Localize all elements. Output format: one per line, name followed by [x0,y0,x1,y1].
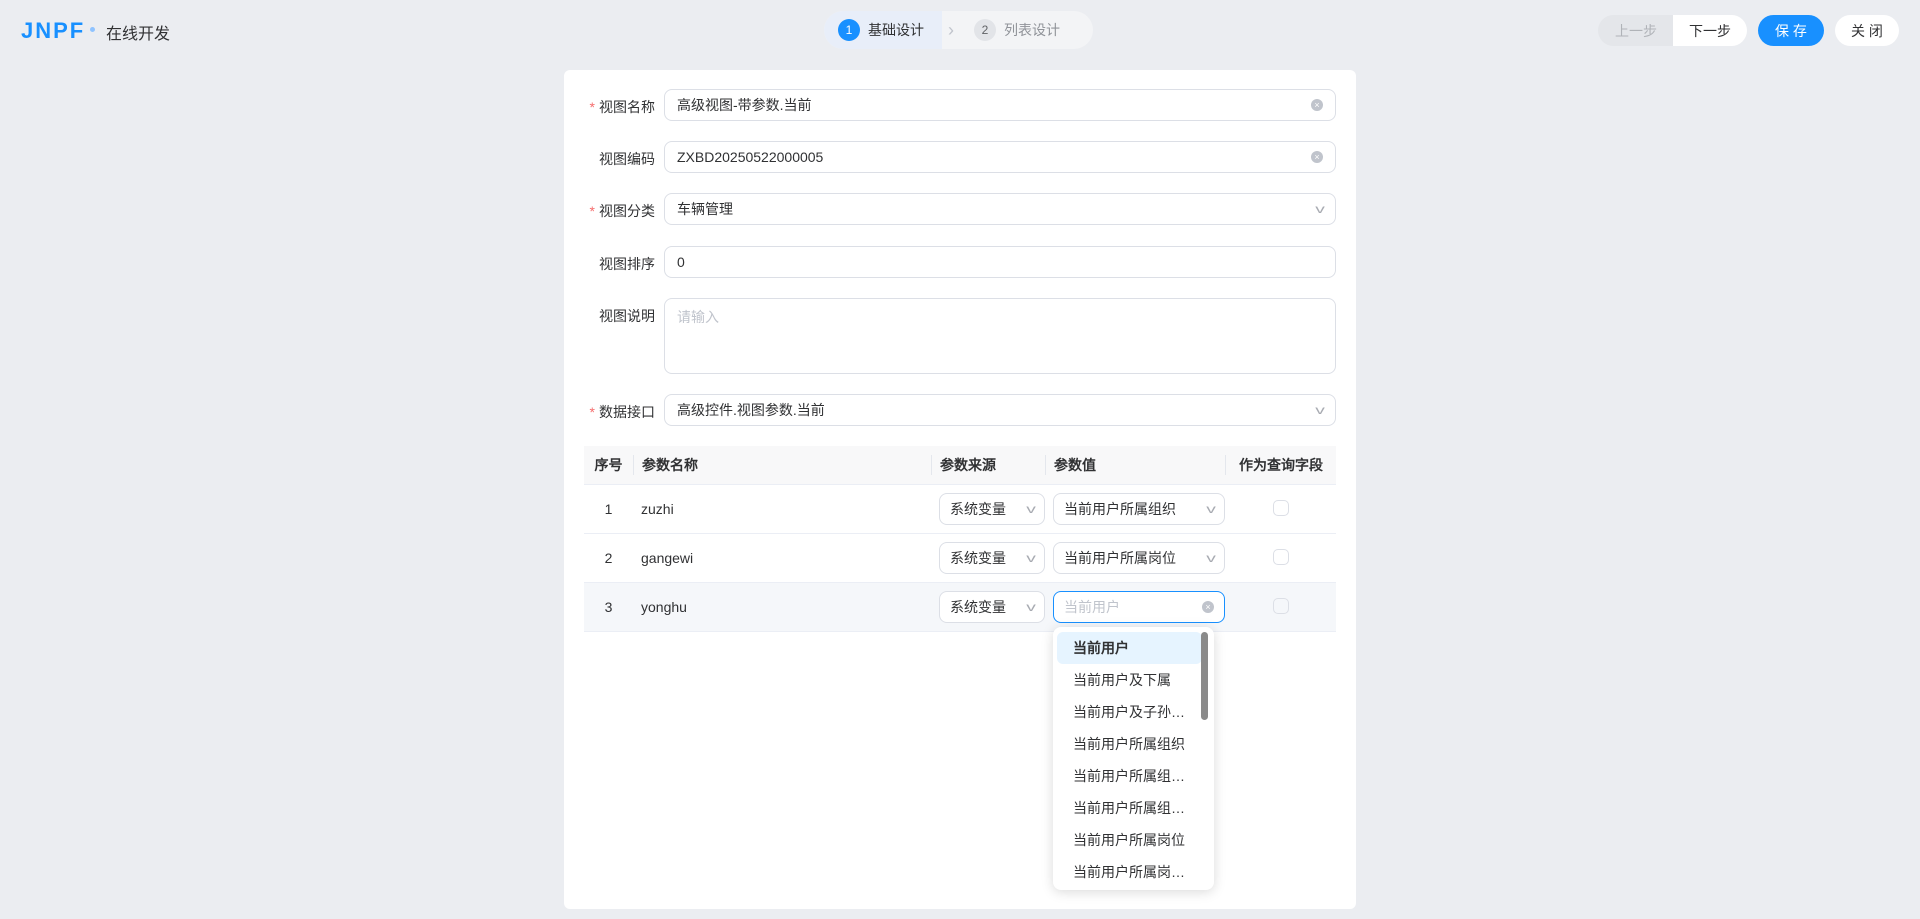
view-category-label: * 视图分类 [589,203,655,219]
dropdown-option[interactable]: 当前用户所属岗位... [1057,856,1202,888]
dropdown-scrollbar[interactable] [1201,632,1208,720]
value-dropdown: 当前用户 当前用户及下属 当前用户及子孙下属 当前用户所属组织 当前用户所属组织… [1053,627,1214,890]
data-api-select[interactable]: 高级控件.视图参数.当前 v [664,394,1336,426]
row-index: 3 [604,599,613,615]
step-number: 1 [838,19,860,41]
source-select[interactable]: 系统变量 v [939,591,1045,623]
query-field-checkbox[interactable] [1272,548,1289,565]
separator-dot [90,27,95,32]
step-label: 列表设计 [1004,22,1060,38]
row-index: 1 [604,501,613,517]
col-value: 参数值 [1045,455,1225,475]
clear-icon[interactable]: × [1311,151,1323,163]
chevron-down-icon: v [1026,502,1036,516]
dropdown-option[interactable]: 当前用户及下属 [1057,664,1202,696]
table-row: 2 gangewi 系统变量 v 当前用户所属岗位 v [584,534,1336,583]
query-field-checkbox[interactable] [1272,597,1289,614]
chevron-down-icon: v [1315,403,1325,417]
chevron-down-icon: v [1315,202,1325,216]
app-title: 在线开发 [106,26,171,43]
col-index: 序号 [594,457,623,473]
param-name: yonghu [641,599,687,615]
chevron-down-icon: v [1026,600,1036,614]
source-select[interactable]: 系统变量 v [939,542,1045,574]
view-name-input[interactable]: 高级视图-带参数.当前 × [664,89,1336,121]
step-list-design[interactable]: 2 列表设计 [960,11,1076,49]
col-query: 作为查询字段 [1225,455,1336,475]
view-code-input[interactable]: ZXBD20250522000005 × [664,141,1336,173]
view-desc-label: 视图说明 [599,308,655,324]
dropdown-option[interactable]: 当前用户所属组织... [1057,792,1202,824]
view-category-select[interactable]: 车辆管理 v [664,193,1336,225]
view-sort-label: 视图排序 [599,256,655,272]
chevron-down-icon: v [1206,502,1216,516]
table-row: 3 yonghu 系统变量 v 当前用户 × [584,583,1336,632]
next-step-button[interactable]: 下一步 [1673,15,1747,46]
chevron-down-icon: v [1026,551,1036,565]
logo: JNPF [21,18,86,43]
param-name: zuzhi [641,501,674,517]
view-desc-textarea[interactable]: 请输入 [664,298,1336,374]
clear-icon[interactable]: × [1311,99,1323,111]
dropdown-option[interactable]: 当前用户所属岗位 [1057,824,1202,856]
step-basic-design[interactable]: 1 基础设计 [824,11,942,49]
dropdown-option[interactable]: 当前用户所属组织... [1057,760,1202,792]
col-name: 参数名称 [633,455,931,475]
data-api-label: * 数据接口 [589,404,655,420]
dropdown-option[interactable]: 当前用户 [1057,632,1202,664]
step-number: 2 [974,19,996,41]
chevron-down-icon: v [1206,551,1216,565]
params-table: 序号 参数名称 参数来源 参数值 作为查询字段 1 zuzhi 系统变量 v 当前… [584,446,1336,632]
dropdown-option[interactable]: 当前用户所属组织 [1057,728,1202,760]
view-sort-input[interactable]: 0 [664,246,1336,278]
dropdown-option[interactable]: 当前用户及子孙下属 [1057,696,1202,728]
step-label: 基础设计 [868,22,924,38]
save-button[interactable]: 保 存 [1758,15,1824,46]
prev-step-button[interactable]: 上一步 [1598,15,1674,46]
row-index: 2 [604,550,613,566]
chevron-right-icon: › [948,19,954,40]
view-name-label: * 视图名称 [589,99,655,115]
view-code-label: 视图编码 [599,151,655,167]
close-button[interactable]: 关 闭 [1835,15,1899,46]
query-field-checkbox[interactable] [1272,499,1289,516]
col-source: 参数来源 [931,455,1045,475]
steps: 1 基础设计 › 2 列表设计 [824,11,1093,49]
value-select[interactable]: 当前用户所属组织 v [1053,493,1225,525]
value-select[interactable]: 当前用户所属岗位 v [1053,542,1225,574]
value-select[interactable]: 当前用户 × [1053,591,1225,623]
param-name: gangewi [641,550,694,566]
clear-icon[interactable]: × [1202,601,1214,613]
source-select[interactable]: 系统变量 v [939,493,1045,525]
table-header: 序号 参数名称 参数来源 参数值 作为查询字段 [584,446,1336,485]
table-row: 1 zuzhi 系统变量 v 当前用户所属组织 v [584,485,1336,534]
